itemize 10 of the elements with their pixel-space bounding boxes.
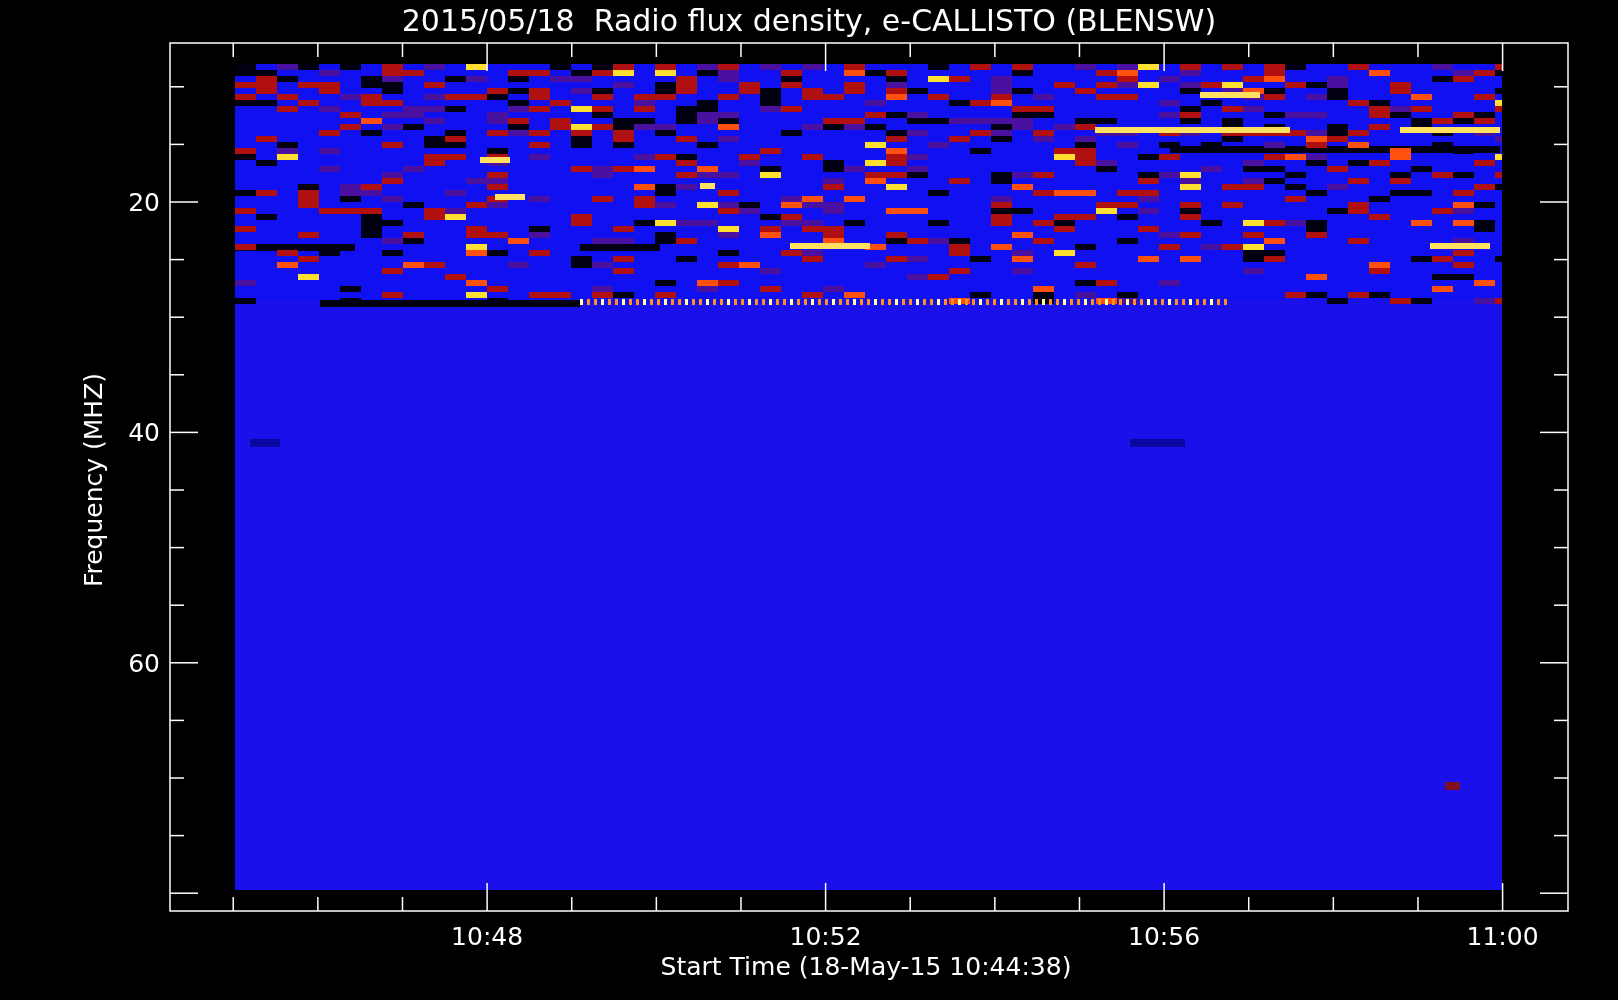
- y-tick-label: 60: [128, 648, 160, 678]
- x-axis-label: Start Time (18-May-15 10:44:38): [660, 952, 1072, 981]
- y-tick-label: 40: [128, 418, 160, 448]
- x-tick-label: 10:48: [451, 922, 524, 951]
- x-tick-label: 10:52: [789, 922, 862, 951]
- y-axis-label: Frequency (MHZ): [79, 372, 108, 588]
- y-tick-label: 20: [128, 188, 160, 217]
- x-tick-label: 11:00: [1466, 922, 1539, 951]
- x-tick-label: 10:56: [1128, 922, 1201, 951]
- chart-title: 2015/05/18 Radio flux density, e-CALLISTO (BLENSW): [401, 3, 1217, 38]
